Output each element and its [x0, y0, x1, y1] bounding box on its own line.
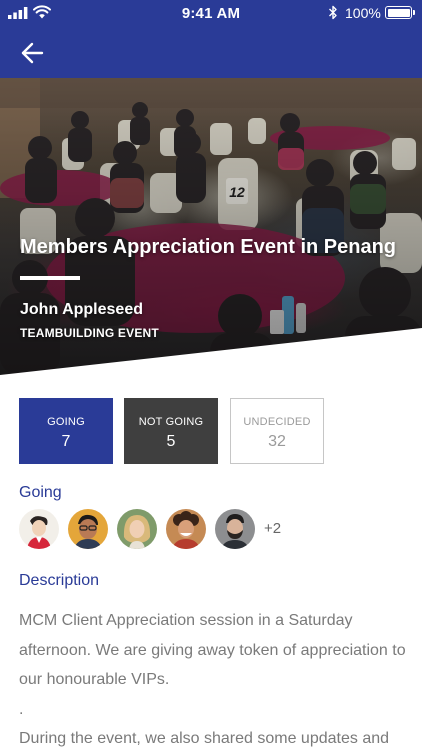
- battery-icon: [385, 6, 415, 19]
- back-button[interactable]: [20, 40, 46, 66]
- event-title: Members Appreciation Event in Penang: [20, 236, 397, 258]
- app-header: 9:41 AM 100%: [0, 0, 422, 78]
- avatar-illustrated-man-icon[interactable]: [19, 509, 59, 549]
- title-underline: [20, 276, 80, 280]
- avatar-bearded-man-icon[interactable]: [215, 509, 255, 549]
- rsvp-not-going-count: 5: [166, 433, 176, 450]
- rsvp-going-button[interactable]: GOING 7: [19, 398, 113, 464]
- more-attendees-count[interactable]: +2: [264, 520, 281, 537]
- status-bar: 9:41 AM 100%: [0, 0, 422, 26]
- rsvp-undecided-count: 32: [268, 432, 286, 450]
- rsvp-not-going-button[interactable]: NOT GOING 5: [124, 398, 218, 464]
- avatar-man-glasses-icon[interactable]: [68, 509, 108, 549]
- event-category: TEAMBUILDING EVENT: [20, 326, 159, 340]
- battery-level: [387, 8, 410, 17]
- going-section-title: Going: [19, 484, 62, 501]
- battery-percentage: 100%: [345, 5, 381, 21]
- description-paragraph: During the event, we also shared some up…: [19, 730, 390, 747]
- rsvp-going-count: 7: [61, 433, 71, 450]
- description-separator: .: [19, 700, 24, 718]
- description-body: MCM Client Appreciation session in a Sat…: [19, 606, 409, 750]
- bluetooth-icon: [329, 5, 337, 20]
- description-section-title: Description: [19, 572, 100, 589]
- description-paragraph: MCM Client Appreciation session in a Sat…: [19, 612, 406, 688]
- rsvp-going-label: GOING: [47, 416, 85, 428]
- avatar-curly-hair-man-icon[interactable]: [166, 509, 206, 549]
- event-cover-image: 12 Members Appreciation Event in Penang …: [0, 78, 422, 375]
- rsvp-not-going-label: NOT GOING: [138, 416, 204, 428]
- rsvp-undecided-button[interactable]: UNDECIDED 32: [230, 398, 324, 464]
- rsvp-undecided-label: UNDECIDED: [243, 415, 311, 428]
- event-organizer: John Appleseed: [20, 301, 143, 318]
- arrow-left-icon: [21, 42, 44, 64]
- avatar-blonde-woman-icon[interactable]: [117, 509, 157, 549]
